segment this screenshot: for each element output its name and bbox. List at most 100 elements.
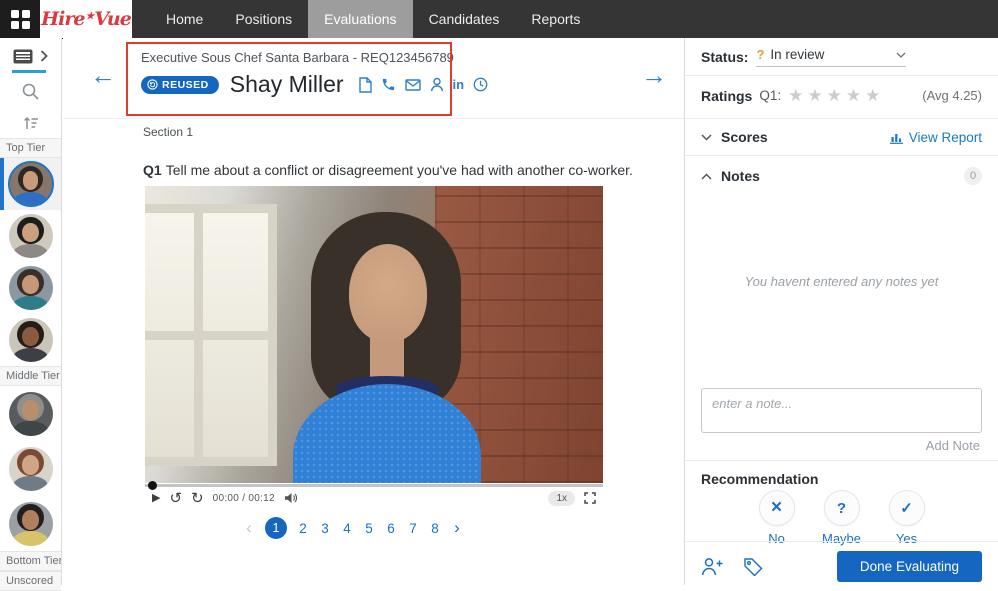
pagination-page-8[interactable]: 8 — [429, 521, 441, 536]
tier-label-unscored: Unscored — [0, 571, 61, 591]
search-icon — [21, 82, 40, 101]
pagination-page-4[interactable]: 4 — [341, 521, 353, 536]
candidate-thumb[interactable] — [0, 496, 61, 551]
fullscreen-icon[interactable] — [584, 492, 596, 504]
apps-grid-icon — [11, 10, 30, 29]
volume-icon[interactable] — [284, 492, 298, 504]
pagination-prev[interactable]: ‹ — [243, 518, 255, 538]
candidate-thumb[interactable] — [0, 314, 61, 366]
requisition-title: Executive Sous Chef Santa Barbara - REQ1… — [141, 50, 454, 65]
playback-speed-button[interactable]: 1x — [548, 491, 575, 506]
search-candidates-button[interactable] — [0, 74, 61, 108]
pagination-next[interactable]: › — [451, 518, 463, 538]
recommend-no-label: No — [768, 531, 785, 546]
star-icon: ★ — [807, 86, 826, 105]
recommend-maybe-button[interactable]: ? Maybe — [817, 490, 867, 546]
reused-cycle-icon — [147, 79, 158, 90]
pagination-page-1[interactable]: 1 — [265, 517, 287, 539]
pagination-page-7[interactable]: 7 — [407, 521, 419, 536]
scores-section-header[interactable]: Scores View Report — [701, 129, 982, 145]
phone-icon[interactable] — [381, 77, 396, 92]
view-report-link[interactable]: View Report — [889, 130, 982, 145]
divider — [685, 460, 998, 461]
nav-items: Home Positions Evaluations Candidates Re… — [150, 0, 596, 38]
evaluation-panel: Status: ? In review Ratings Q1: ★★★★★ (A… — [684, 38, 998, 585]
notes-section-header[interactable]: Notes 0 — [701, 167, 982, 185]
recommend-yes-button[interactable]: ✓ Yes — [882, 490, 932, 546]
video-player-controls: ▶ ↺ ↻ 00:00 / 00:12 1x — [145, 483, 603, 509]
pagination-page-2[interactable]: 2 — [297, 521, 309, 536]
rewind-icon[interactable]: ↺ — [169, 491, 182, 506]
video-timestamp: 00:00 / 00:12 — [213, 493, 275, 504]
scores-title: Scores — [721, 129, 768, 145]
star-rating-input[interactable]: ★★★★★ — [788, 87, 884, 104]
avatar — [9, 447, 53, 491]
candidate-header: REUSED Shay Miller in — [141, 71, 488, 98]
section-label: Section 1 — [143, 125, 193, 139]
previous-candidate-arrow[interactable]: ← — [90, 62, 116, 88]
tag-candidate-button[interactable] — [743, 557, 764, 576]
divider — [685, 118, 998, 119]
nav-item-home[interactable]: Home — [150, 0, 219, 38]
nav-item-reports[interactable]: Reports — [515, 0, 596, 38]
selected-indicator — [0, 158, 4, 210]
notes-count-badge: 0 — [964, 167, 982, 185]
interview-video[interactable] — [145, 186, 603, 483]
status-dropdown[interactable]: ? In review — [756, 47, 906, 67]
candidate-thumb[interactable] — [0, 441, 61, 496]
forward-icon[interactable]: ↻ — [191, 491, 204, 506]
avatar — [9, 502, 53, 546]
pagination-page-6[interactable]: 6 — [385, 521, 397, 536]
done-evaluating-button[interactable]: Done Evaluating — [837, 551, 982, 582]
profile-person-icon[interactable] — [430, 77, 444, 92]
recommendation-options: × No ? Maybe ✓ Yes — [685, 490, 998, 546]
note-input[interactable] — [701, 388, 982, 433]
candidate-thumb[interactable] — [0, 386, 61, 441]
avatar — [8, 161, 54, 207]
question-icon: ? — [837, 500, 846, 517]
chevron-down-icon — [701, 134, 712, 141]
recommend-no-button[interactable]: × No — [752, 490, 802, 546]
candidate-thumb[interactable] — [0, 262, 61, 314]
sort-candidates-button[interactable] — [0, 108, 61, 138]
play-button[interactable]: ▶ — [152, 493, 160, 504]
nav-item-evaluations[interactable]: Evaluations — [308, 0, 412, 38]
expand-sidebar-chevron-icon[interactable] — [40, 50, 48, 62]
resume-document-icon[interactable] — [359, 77, 372, 93]
avatar — [9, 214, 53, 258]
bar-chart-icon — [889, 131, 904, 144]
active-tab-indicator — [12, 70, 46, 73]
card-view-icon[interactable] — [13, 49, 33, 64]
contact-icons: in — [359, 77, 489, 93]
star-icon: ★ — [788, 86, 807, 105]
email-icon[interactable] — [405, 79, 421, 91]
linkedin-icon[interactable]: in — [453, 78, 465, 91]
pagination-page-5[interactable]: 5 — [363, 521, 375, 536]
nav-item-candidates[interactable]: Candidates — [413, 0, 516, 38]
hirevue-logo[interactable]: Hire★Vue — [40, 0, 132, 38]
avatar — [9, 392, 53, 436]
add-note-button[interactable]: Add Note — [926, 438, 980, 453]
divider — [685, 541, 998, 542]
x-icon: × — [771, 497, 782, 519]
star-icon: ★ — [846, 86, 865, 105]
pagination-page-3[interactable]: 3 — [319, 521, 331, 536]
ratings-label: Ratings — [701, 88, 752, 104]
video-progress-bar[interactable] — [145, 484, 603, 487]
candidate-name: Shay Miller — [230, 71, 344, 98]
share-candidate-button[interactable] — [701, 557, 725, 576]
candidate-thumb-selected[interactable] — [0, 158, 61, 210]
video-window-background — [145, 204, 277, 466]
hirevue-logo-text: Hire★Vue — [41, 8, 131, 30]
progress-handle[interactable] — [148, 481, 157, 490]
app-launcher-button[interactable] — [0, 0, 40, 38]
divider — [685, 155, 998, 156]
notes-empty-message: You havent entered any notes yet — [685, 274, 998, 289]
tier-label-top: Top Tier — [0, 138, 61, 158]
chevron-down-icon — [896, 52, 906, 58]
nav-item-positions[interactable]: Positions — [219, 0, 308, 38]
history-clock-icon[interactable] — [473, 77, 488, 92]
candidate-thumb[interactable] — [0, 210, 61, 262]
candidate-sidebar: Top Tier Middle Tier Bottom Tier Unscore… — [0, 38, 62, 585]
next-candidate-arrow[interactable]: → — [641, 62, 667, 88]
